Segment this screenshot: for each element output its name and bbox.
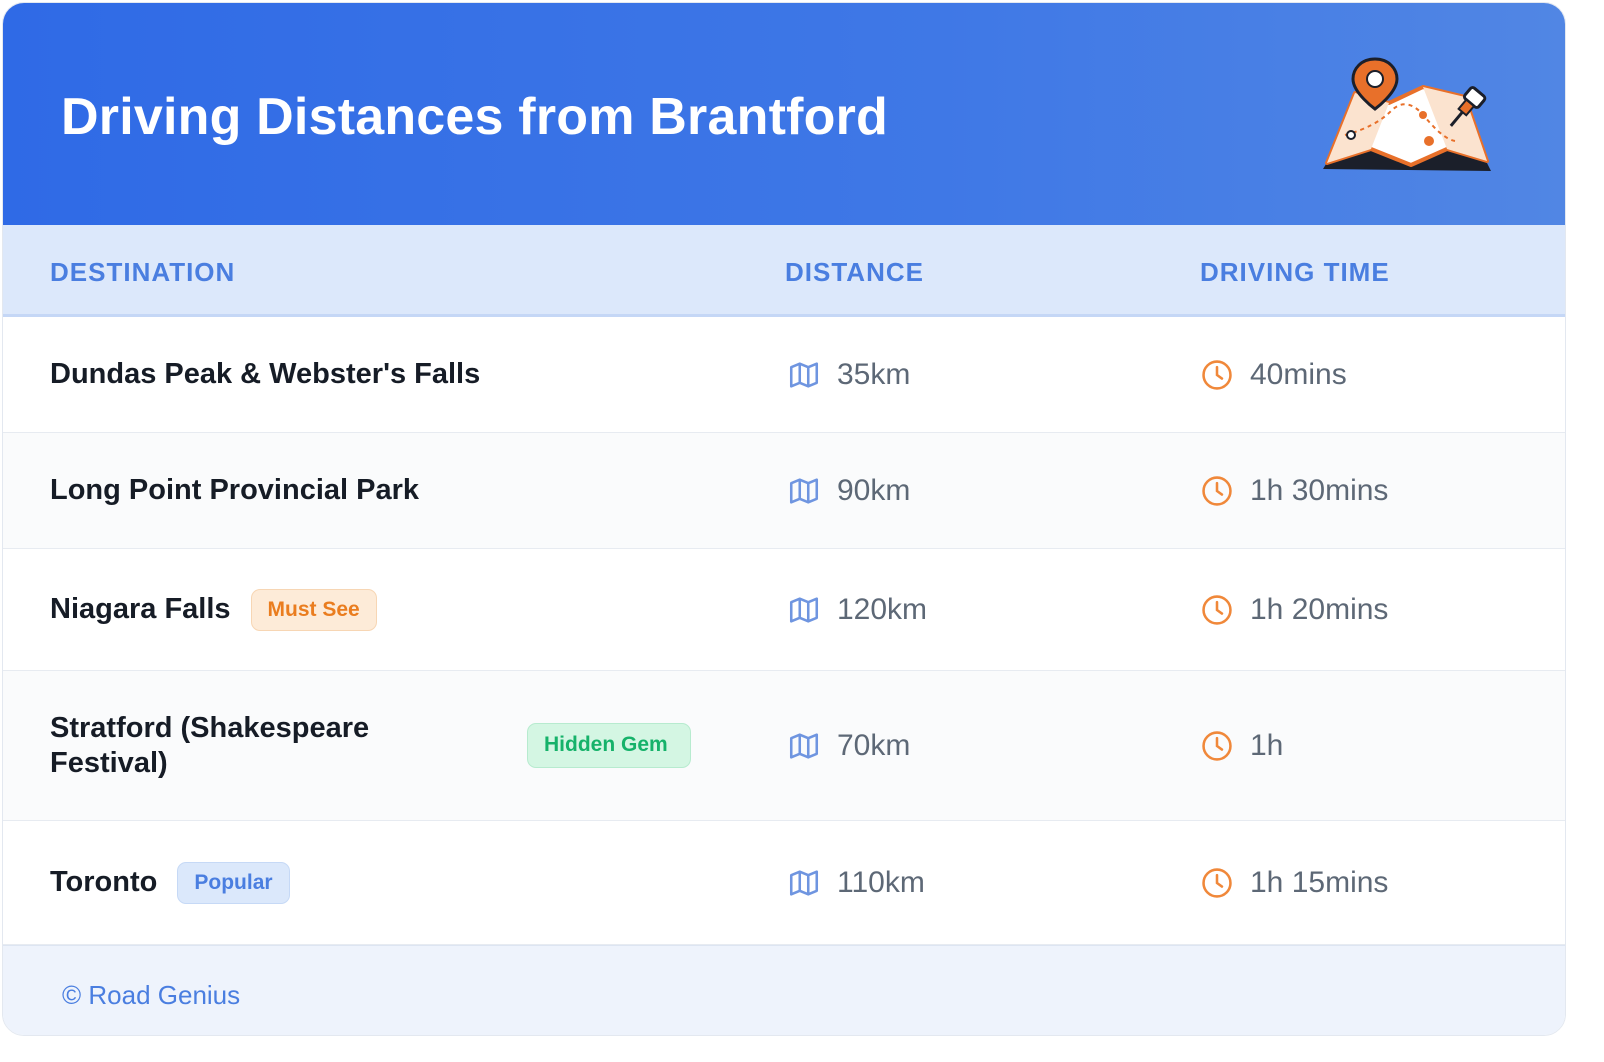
time-cell: 40mins bbox=[1200, 317, 1347, 432]
clock-icon bbox=[1202, 594, 1232, 625]
destination-name: Toronto bbox=[50, 866, 158, 898]
table-row: Toronto Popular 110km 1h 15mins bbox=[3, 821, 1565, 945]
distances-card: Driving Distances from Brantford DESTINA… bbox=[2, 2, 1566, 1036]
destination-cell: Long Point Provincial Park bbox=[50, 433, 419, 548]
distance-cell: 70km bbox=[787, 671, 910, 820]
map-icon bbox=[789, 732, 819, 759]
time-value: 1h 15mins bbox=[1250, 865, 1389, 899]
column-header-driving-time: DRIVING TIME bbox=[1200, 257, 1390, 287]
time-value: 1h 30mins bbox=[1250, 473, 1389, 507]
distance-cell: 120km bbox=[787, 549, 927, 670]
time-value: 40mins bbox=[1250, 357, 1347, 391]
must-see-badge: Must See bbox=[250, 588, 377, 631]
clock-icon bbox=[1202, 867, 1232, 898]
destination-name: Dundas Peak & Webster's Falls bbox=[50, 358, 481, 390]
map-icon bbox=[789, 869, 819, 896]
footer: © Road Genius bbox=[3, 945, 1565, 1035]
distance-cell: 35km bbox=[787, 317, 910, 432]
distance-value: 110km bbox=[837, 865, 925, 899]
header-banner: Driving Distances from Brantford bbox=[3, 3, 1565, 225]
table-row: Stratford (Shakespeare Festival) Hidden … bbox=[3, 671, 1565, 821]
table-row: Niagara Falls Must See 120km 1h 20mins bbox=[3, 549, 1565, 671]
time-value: 1h bbox=[1250, 728, 1284, 762]
map-icon bbox=[789, 477, 819, 504]
time-cell: 1h 15mins bbox=[1200, 821, 1388, 944]
map-icon bbox=[789, 596, 819, 623]
time-value: 1h 20mins bbox=[1250, 592, 1389, 626]
distance-value: 70km bbox=[837, 728, 911, 762]
destination-cell: Niagara Falls Must See bbox=[50, 549, 377, 670]
destination-name: Stratford (Shakespeare Festival) bbox=[50, 711, 370, 779]
destination-cell: Toronto Popular bbox=[50, 821, 290, 944]
map-pin-illustration-icon bbox=[1323, 57, 1491, 171]
destination-cell: Stratford (Shakespeare Festival) Hidden … bbox=[50, 671, 691, 820]
table-row: Dundas Peak & Webster's Falls 35km 40min… bbox=[3, 317, 1565, 433]
distance-value: 120km bbox=[837, 592, 928, 626]
destination-name: Long Point Provincial Park bbox=[50, 474, 420, 506]
distance-cell: 90km bbox=[787, 433, 910, 548]
clock-icon bbox=[1202, 359, 1232, 390]
distance-cell: 110km bbox=[787, 821, 925, 944]
distance-value: 90km bbox=[837, 473, 911, 507]
clock-icon bbox=[1202, 475, 1232, 506]
time-cell: 1h 30mins bbox=[1200, 433, 1388, 548]
distance-value: 35km bbox=[837, 357, 911, 391]
hidden-gem-badge: Hidden Gem bbox=[527, 723, 691, 768]
copyright-credit: © Road Genius bbox=[62, 980, 241, 1010]
column-header-distance: DISTANCE bbox=[785, 257, 924, 287]
page-title: Driving Distances from Brantford bbox=[61, 88, 888, 146]
destination-name: Niagara Falls bbox=[50, 593, 231, 625]
destination-cell: Dundas Peak & Webster's Falls bbox=[50, 317, 480, 432]
map-icon bbox=[789, 361, 819, 388]
time-cell: 1h 20mins bbox=[1200, 549, 1388, 670]
table-header: DESTINATION DISTANCE DRIVING TIME bbox=[3, 225, 1565, 317]
clock-icon bbox=[1202, 730, 1232, 761]
popular-badge: Popular bbox=[177, 861, 290, 904]
time-cell: 1h bbox=[1200, 671, 1283, 820]
column-header-destination: DESTINATION bbox=[50, 257, 236, 287]
table-row: Long Point Provincial Park 90km 1h 30min… bbox=[3, 433, 1565, 549]
